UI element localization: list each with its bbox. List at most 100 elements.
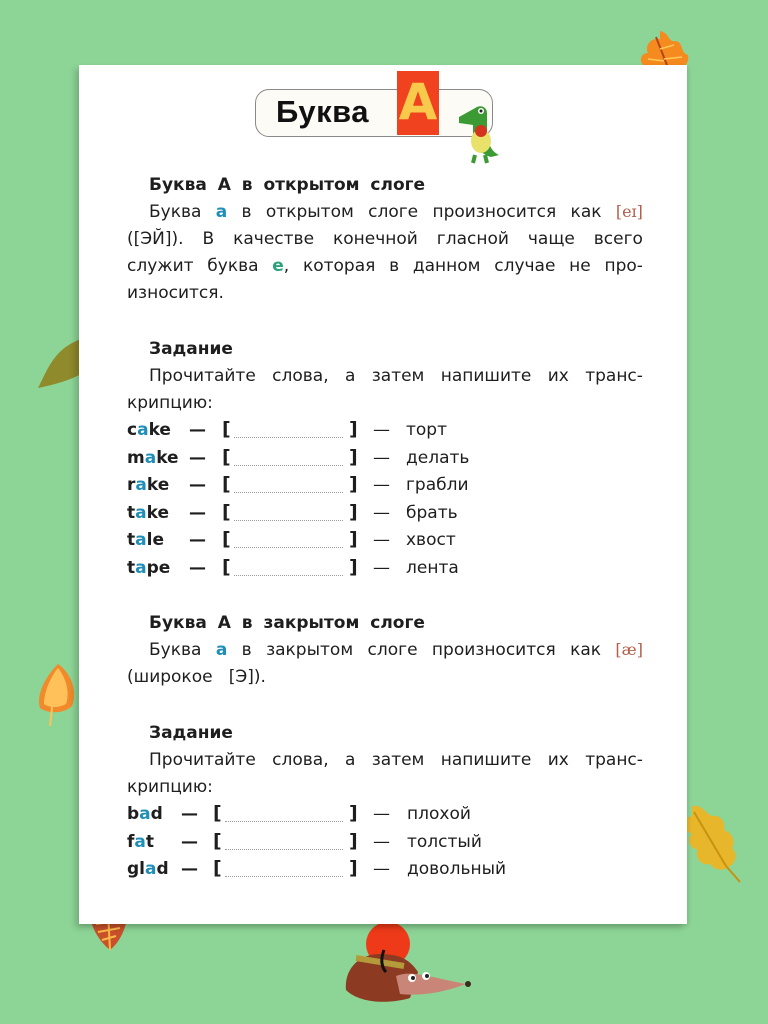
word-part: pe (146, 557, 171, 578)
english-word: cake (127, 420, 171, 440)
word-part: t (127, 530, 136, 550)
bracket-open: [ (213, 829, 222, 852)
text-word: случае (494, 256, 556, 276)
transcription-blank[interactable] (234, 437, 343, 438)
translation: толстый (407, 831, 482, 852)
text-word: транс- (585, 366, 643, 386)
text-word: качестве (233, 229, 315, 249)
bracket-open: [ (222, 418, 231, 440)
text-word: Буква (149, 640, 202, 660)
text-word: транс- (585, 750, 643, 770)
bracket-close: ] (349, 555, 358, 578)
transcription-blank[interactable] (225, 848, 343, 850)
text-word: слова, (272, 366, 329, 386)
text-word: не (569, 256, 591, 276)
english-word: bad (127, 804, 163, 824)
text-word: а (344, 750, 356, 770)
bracket-open: [ (222, 555, 231, 578)
english-word: rake (127, 475, 169, 495)
hedgehog-with-apple-icon (345, 922, 471, 1002)
translation: грабли (406, 475, 469, 495)
text-word: в (389, 256, 400, 276)
text-word: как (570, 202, 602, 222)
transcription-blank[interactable] (234, 464, 343, 466)
text-word: которая (302, 256, 376, 276)
text-word: их (547, 366, 569, 386)
vowel-highlight: а (215, 202, 228, 222)
dash: — (189, 475, 206, 495)
section-title-open-syllable: Буква А в открытом слоге (149, 175, 426, 195)
vowel-highlight: a (139, 804, 151, 824)
text-word: гласной (436, 229, 509, 249)
dash: — (373, 475, 390, 495)
bracket-open: [ (222, 528, 231, 550)
text-word: про- (604, 256, 643, 276)
text-word: затем (371, 750, 425, 770)
transcription-blank[interactable] (234, 492, 343, 493)
phonetic-transcription: [æ] (615, 640, 643, 659)
text-word: всего (593, 229, 643, 249)
text-word: произносится (432, 202, 557, 222)
bracket-close: ] (349, 500, 358, 523)
text-word: Буква (149, 202, 202, 222)
english-word: fat (127, 832, 154, 852)
english-word: make (127, 448, 179, 468)
dash: — (181, 859, 198, 879)
text-word: в (241, 640, 252, 660)
english-word: glad (127, 859, 169, 879)
text-word: Прочитайте (149, 750, 256, 770)
bracket-open: [ (213, 857, 222, 879)
dash: — (189, 420, 206, 440)
word-part: d (156, 859, 169, 879)
vowel-highlight: a (135, 502, 147, 523)
text-word: напишите (440, 750, 532, 770)
text-word: как (570, 640, 602, 660)
section1-para-line-1: Буква а в открытом слоге произносится ка… (149, 202, 643, 222)
transcription-blank[interactable] (234, 574, 343, 576)
word-part: ke (146, 502, 170, 523)
text-word: Прочитайте (149, 366, 256, 386)
bracket-open: [ (213, 802, 222, 824)
text-word: а (344, 366, 356, 386)
dash: — (189, 557, 206, 578)
transcription-blank[interactable] (234, 547, 343, 548)
english-word: take (127, 503, 169, 523)
text-word: закрытом (266, 640, 354, 660)
task2-title: Задание (149, 723, 233, 743)
text-word: данном (412, 256, 481, 276)
letter-tile: A (397, 71, 439, 135)
task2-instruction-line-2: крипцию: (127, 777, 213, 797)
section1-para-line-2: ([ЭЙ]). В качестве конечной гласной чаще… (127, 229, 643, 249)
word-part: ke (156, 447, 179, 468)
transcription-blank[interactable] (225, 876, 343, 877)
orange-leaf-left-icon (38, 664, 75, 727)
word-part: b (127, 804, 140, 824)
vowel-highlight: а (215, 640, 228, 660)
english-word: tale (127, 530, 164, 550)
transcription-blank[interactable] (225, 821, 343, 822)
word-part: t (127, 502, 136, 523)
bracket-close: ] (349, 829, 358, 852)
text-word: чаще (527, 229, 575, 249)
section1-para-line-4: износится. (127, 283, 224, 303)
word-part: d (150, 804, 163, 824)
text-word: служит (127, 256, 194, 276)
dash: — (181, 831, 198, 852)
text-word: е, (272, 256, 290, 276)
transcription-blank[interactable] (234, 519, 343, 521)
word-part: t (127, 557, 136, 578)
task1-title: Задание (149, 339, 233, 359)
bracket-close: ] (349, 802, 358, 824)
task1-instruction-line-1: Прочитайте слова, а затем напишите их тр… (149, 366, 643, 386)
section1-para-line-3: служит буква е, которая в данном случае … (127, 256, 643, 276)
text-word: В (202, 229, 215, 249)
vowel-highlight: a (135, 475, 147, 495)
dash: — (373, 859, 390, 879)
text-word: открытом (265, 202, 354, 222)
bracket-close: ] (349, 418, 358, 440)
dash: — (181, 804, 198, 824)
english-word: tape (127, 558, 170, 578)
translation: плохой (407, 804, 471, 824)
word-part: t (145, 831, 155, 852)
text-word: слова, (272, 750, 329, 770)
